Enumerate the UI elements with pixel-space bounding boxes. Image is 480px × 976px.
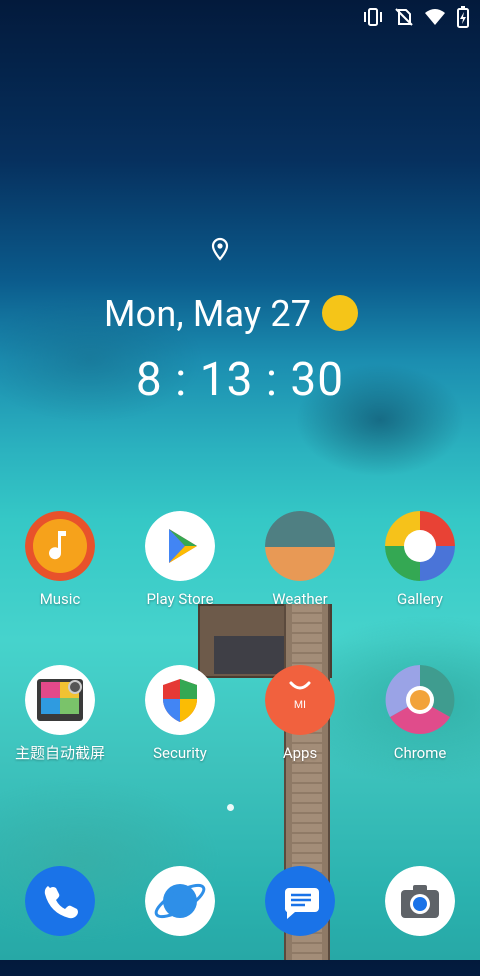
chrome-icon xyxy=(385,665,455,735)
app-label: Music xyxy=(39,590,81,608)
app-label: Chrome xyxy=(393,744,447,762)
no-sim-icon xyxy=(394,7,414,27)
gallery-icon xyxy=(385,511,455,581)
app-music[interactable]: Music xyxy=(0,511,120,621)
wifi-icon xyxy=(424,8,446,26)
app-security[interactable]: Security xyxy=(120,665,240,775)
music-icon xyxy=(25,511,95,581)
date-label: Mon, May 27 xyxy=(104,293,312,335)
sun-icon[interactable] xyxy=(322,295,358,331)
svg-text:MI: MI xyxy=(294,699,306,711)
app-screenshot-theme[interactable]: 主题自动截屏 xyxy=(0,665,120,775)
apps-store-icon: MI xyxy=(265,665,335,735)
battery-charging-icon xyxy=(456,6,470,28)
app-apps-store[interactable]: MI Apps xyxy=(240,665,360,775)
app-label: 主题自动截屏 xyxy=(14,744,105,762)
play-store-icon xyxy=(145,511,215,581)
app-label: Gallery xyxy=(397,590,443,608)
browser-planet-icon xyxy=(145,866,215,936)
app-label: Play Store xyxy=(146,590,214,608)
page-indicator-dot[interactable] xyxy=(227,804,234,811)
security-shield-icon xyxy=(145,665,215,735)
app-label: Weather xyxy=(272,590,328,608)
screenshot-app-icon xyxy=(25,665,95,735)
vibrate-icon xyxy=(362,7,384,27)
app-gallery[interactable]: Gallery xyxy=(360,511,480,621)
app-label: Apps xyxy=(282,744,318,762)
app-chrome[interactable]: Chrome xyxy=(360,665,480,775)
status-bar xyxy=(362,0,470,34)
app-weather[interactable]: Weather xyxy=(240,511,360,621)
phone-icon xyxy=(25,866,95,936)
app-play-store[interactable]: Play Store xyxy=(120,511,240,621)
location-pin-icon[interactable] xyxy=(208,237,232,261)
messages-icon xyxy=(265,866,335,936)
app-label: Security xyxy=(153,744,207,762)
weather-icon xyxy=(265,511,335,581)
clock-time[interactable]: 8 : 13 : 30 xyxy=(0,352,480,408)
date-widget[interactable]: Mon, May 27 xyxy=(0,290,480,340)
camera-icon xyxy=(385,866,455,936)
